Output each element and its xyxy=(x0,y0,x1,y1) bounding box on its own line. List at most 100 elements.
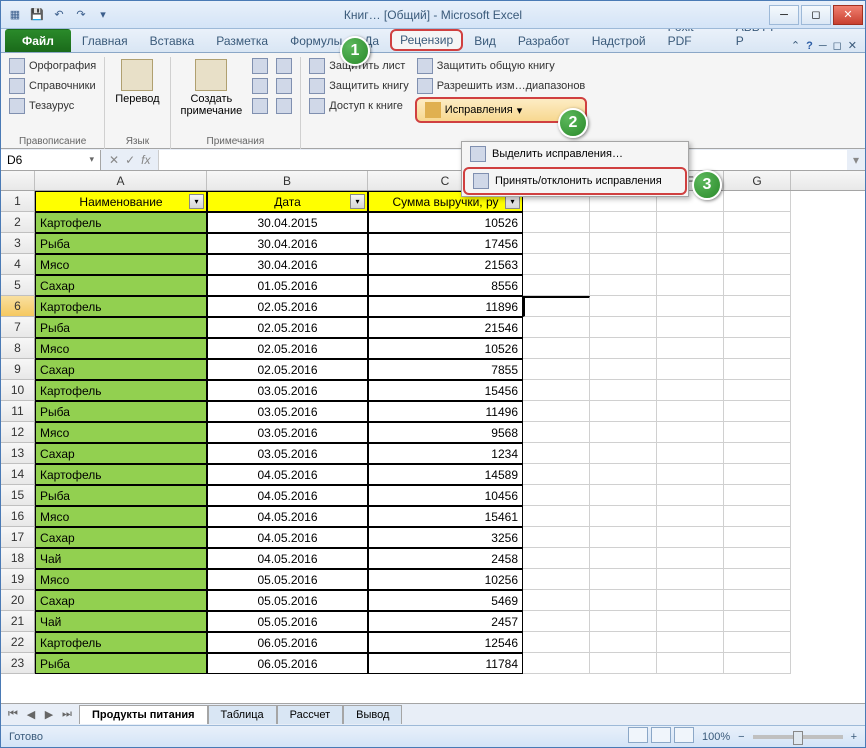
help-icon[interactable]: ? xyxy=(806,40,813,52)
cell[interactable] xyxy=(724,611,791,632)
cell[interactable] xyxy=(657,338,724,359)
select-all-corner[interactable] xyxy=(1,171,35,190)
minimize-ribbon-icon[interactable]: ⌃ xyxy=(791,39,800,52)
filter-icon[interactable]: ▾ xyxy=(350,194,365,209)
tab-review[interactable]: Рецензир xyxy=(390,29,463,51)
cell-date[interactable]: 30.04.2016 xyxy=(207,233,368,254)
cell-date[interactable]: 30.04.2015 xyxy=(207,212,368,233)
header-cell-date[interactable]: Дата▾ xyxy=(207,191,368,212)
save-icon[interactable]: 💾 xyxy=(27,5,47,25)
filter-icon[interactable]: ▾ xyxy=(189,194,204,209)
fx-cancel-icon[interactable]: ✕ xyxy=(109,153,119,167)
cell-date[interactable]: 04.05.2016 xyxy=(207,548,368,569)
cell-name[interactable]: Сахар xyxy=(35,359,207,380)
row-header[interactable]: 18 xyxy=(1,548,35,569)
cell-date[interactable]: 03.05.2016 xyxy=(207,380,368,401)
protect-shared-button[interactable]: Защитить общую книгу xyxy=(415,57,588,75)
cell[interactable] xyxy=(724,191,791,212)
redo-icon[interactable]: ↷ xyxy=(71,5,91,25)
cell[interactable] xyxy=(657,443,724,464)
cell-date[interactable]: 05.05.2016 xyxy=(207,569,368,590)
cell[interactable] xyxy=(657,359,724,380)
row-header[interactable]: 21 xyxy=(1,611,35,632)
comment-nav1[interactable] xyxy=(250,57,270,75)
cell-date[interactable]: 04.05.2016 xyxy=(207,464,368,485)
cell-name[interactable]: Рыба xyxy=(35,317,207,338)
cell[interactable] xyxy=(523,401,590,422)
cell-sum[interactable]: 10526 xyxy=(368,338,523,359)
cell-sum[interactable]: 11784 xyxy=(368,653,523,674)
sheet-tab-active[interactable]: Продукты питания xyxy=(79,705,208,724)
cell[interactable] xyxy=(523,506,590,527)
cell-name[interactable]: Сахар xyxy=(35,275,207,296)
fx-enter-icon[interactable]: ✓ xyxy=(125,153,135,167)
row-header[interactable]: 14 xyxy=(1,464,35,485)
cell[interactable] xyxy=(657,590,724,611)
cell[interactable] xyxy=(523,338,590,359)
comment-nav2[interactable] xyxy=(250,77,270,95)
zoom-level[interactable]: 100% xyxy=(702,731,730,743)
cell-name[interactable]: Сахар xyxy=(35,527,207,548)
row-header[interactable]: 13 xyxy=(1,443,35,464)
cell[interactable] xyxy=(523,464,590,485)
cell[interactable] xyxy=(523,296,590,317)
cell[interactable] xyxy=(657,653,724,674)
col-header-G[interactable]: G xyxy=(724,171,791,190)
cell-sum[interactable]: 17456 xyxy=(368,233,523,254)
cell-name[interactable]: Картофель xyxy=(35,296,207,317)
cell[interactable] xyxy=(724,422,791,443)
cell[interactable] xyxy=(523,653,590,674)
cell[interactable] xyxy=(590,338,657,359)
cell-date[interactable]: 06.05.2016 xyxy=(207,632,368,653)
row-header[interactable]: 17 xyxy=(1,527,35,548)
row-header[interactable]: 11 xyxy=(1,401,35,422)
cell[interactable] xyxy=(657,275,724,296)
row-header[interactable]: 2 xyxy=(1,212,35,233)
cell-sum[interactable]: 8556 xyxy=(368,275,523,296)
maximize-button[interactable]: ◻ xyxy=(801,5,831,25)
cell[interactable] xyxy=(590,464,657,485)
cell[interactable] xyxy=(724,275,791,296)
cell[interactable] xyxy=(590,212,657,233)
cell[interactable] xyxy=(724,464,791,485)
cell[interactable] xyxy=(590,380,657,401)
cell[interactable] xyxy=(657,422,724,443)
cell-date[interactable]: 02.05.2016 xyxy=(207,359,368,380)
view-layout-icon[interactable] xyxy=(651,727,671,743)
cell[interactable] xyxy=(523,632,590,653)
cell[interactable] xyxy=(590,653,657,674)
cell[interactable] xyxy=(657,380,724,401)
row-header[interactable]: 20 xyxy=(1,590,35,611)
cell-name[interactable]: Картофель xyxy=(35,380,207,401)
cell-name[interactable]: Чай xyxy=(35,611,207,632)
zoom-slider[interactable] xyxy=(753,735,843,739)
cell[interactable] xyxy=(523,233,590,254)
cell[interactable] xyxy=(724,317,791,338)
cell[interactable] xyxy=(724,296,791,317)
zoom-out-icon[interactable]: − xyxy=(738,731,744,743)
cell[interactable] xyxy=(523,485,590,506)
cell[interactable] xyxy=(523,548,590,569)
cell-name[interactable]: Рыба xyxy=(35,485,207,506)
cell-date[interactable]: 04.05.2016 xyxy=(207,485,368,506)
cell-date[interactable]: 03.05.2016 xyxy=(207,443,368,464)
cell[interactable] xyxy=(657,506,724,527)
cell[interactable] xyxy=(724,548,791,569)
protect-book-button[interactable]: Защитить книгу xyxy=(307,77,411,95)
cell-sum[interactable]: 1234 xyxy=(368,443,523,464)
cell[interactable] xyxy=(657,317,724,338)
cell[interactable] xyxy=(523,275,590,296)
cell-sum[interactable]: 9568 xyxy=(368,422,523,443)
cell[interactable] xyxy=(724,359,791,380)
row-header[interactable]: 16 xyxy=(1,506,35,527)
col-header-A[interactable]: A xyxy=(35,171,207,190)
row-header[interactable]: 3 xyxy=(1,233,35,254)
cell[interactable] xyxy=(523,590,590,611)
comment-show1[interactable] xyxy=(274,57,294,75)
cell-name[interactable]: Мясо xyxy=(35,338,207,359)
cell[interactable] xyxy=(523,422,590,443)
doc-restore-icon[interactable]: ◻ xyxy=(833,39,842,52)
cell-sum[interactable]: 10256 xyxy=(368,569,523,590)
cell[interactable] xyxy=(590,632,657,653)
row-header[interactable]: 15 xyxy=(1,485,35,506)
